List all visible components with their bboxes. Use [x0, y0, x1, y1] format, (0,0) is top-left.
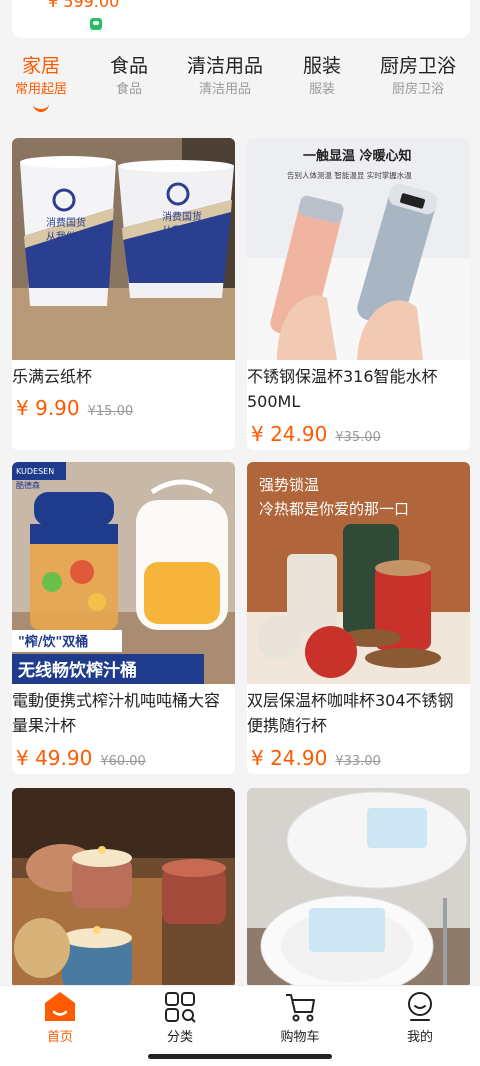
ad-subline: 冷热都是你爱的那一口 [259, 500, 409, 518]
product-price: ¥ 24.90 [251, 746, 328, 770]
home-indicator [148, 1054, 332, 1059]
cup-slogan-2: 从我做起 [46, 230, 86, 243]
tab-food[interactable]: 食品 食品 [81, 54, 177, 98]
tab-subtitle: 食品 [115, 82, 142, 97]
cup-slogan-3: 消费国货 [162, 210, 202, 223]
ad-subline: 告别人体测温 智能温显 实时掌握水温 [287, 170, 412, 180]
nav-category[interactable]: 分类 [120, 990, 240, 1045]
product-card[interactable]: 强势锁温 冷热都是你爱的那一口 双层保温杯咖啡杯304不锈钢便携随行杯 ¥ 24… [247, 462, 470, 774]
tab-home-living[interactable]: 家居 常用起居 [0, 54, 89, 98]
product-image [12, 788, 235, 988]
nav-label: 我的 [406, 1030, 433, 1045]
price-row: ¥ 9.90 ¥15.00 [16, 396, 133, 420]
home-icon [43, 990, 77, 1024]
tab-subtitle: 服装 [308, 82, 335, 97]
product-card[interactable]: 消费国货 从我做起 消费国货 从我做起 乐满云纸杯 ¥ 9.90 ¥15.00 [12, 138, 235, 450]
product-title: 双层保温杯咖啡杯304不锈钢便携随行杯 [247, 691, 454, 735]
product-image: 消费国货 从我做起 消费国货 从我做起 [12, 138, 235, 360]
previous-product-card[interactable]: ¥ 599.00 [12, 0, 470, 38]
wechat-icon [90, 18, 102, 30]
tab-title: 清洁用品 [186, 55, 263, 77]
original-price: ¥35.00 [335, 430, 381, 445]
product-card[interactable]: 一触显温 冷暖心知 告别人体测温 智能温显 实时掌握水温 不锈钢保温杯316智能… [247, 138, 470, 450]
nav-label: 购物车 [280, 1030, 320, 1045]
tab-subtitle: 清洁用品 [198, 82, 251, 97]
tab-kitchen-bath[interactable]: 厨房卫浴 厨房卫浴 [370, 54, 466, 98]
product-card[interactable] [12, 788, 235, 988]
price-row: ¥ 24.90 ¥35.00 [251, 422, 381, 446]
price-row: ¥ 49.90 ¥60.00 [16, 746, 146, 770]
product-card[interactable] [247, 788, 470, 988]
cart-icon [283, 990, 317, 1024]
tab-title: 厨房卫浴 [379, 55, 456, 77]
tab-clothing[interactable]: 服装 服装 [274, 54, 370, 98]
ad-badge: "榨/饮"双桶 [18, 634, 88, 650]
product-title: 不锈钢保温杯316智能水杯500ML [247, 367, 438, 411]
product-title: 電動便携式榨汁机吨吨桶大容量果汁杯 [12, 691, 221, 735]
product-image: KUDESEN 酷德森 "榨/饮"双桶 无线畅饮榨汁桶 [12, 462, 235, 684]
tab-title: 家居 [21, 55, 60, 77]
category-tabs: 家居 常用起居 食品 食品 清洁用品 清洁用品 服装 服装 厨房卫浴 厨房卫浴 [0, 48, 480, 120]
product-price: ¥ 9.90 [16, 396, 80, 420]
tab-cleaning[interactable]: 清洁用品 清洁用品 [177, 54, 273, 98]
tab-title: 服装 [302, 55, 341, 77]
ad-headline: 强势锁温 [259, 476, 319, 494]
original-price: ¥15.00 [87, 404, 134, 419]
product-image [247, 788, 470, 988]
brand-name-en: KUDESEN [16, 467, 54, 476]
product-price: ¥ 49.90 [16, 746, 93, 770]
product-card[interactable]: KUDESEN 酷德森 "榨/饮"双桶 无线畅饮榨汁桶 電動便携式榨汁机吨吨桶大… [12, 462, 235, 774]
tab-title: 食品 [109, 55, 148, 77]
product-image: 一触显温 冷暖心知 告别人体测温 智能温显 实时掌握水温 [247, 138, 470, 360]
product-title: 乐满云纸杯 [12, 367, 93, 386]
category-icon [163, 990, 197, 1024]
tab-subtitle: 厨房卫浴 [391, 82, 444, 97]
nav-profile[interactable]: 我的 [360, 990, 480, 1045]
product-price: ¥ 24.90 [251, 422, 328, 446]
ad-banner: 无线畅饮榨汁桶 [17, 660, 137, 681]
nav-label: 分类 [166, 1030, 193, 1045]
tab-subtitle: 常用起居 [14, 82, 67, 97]
brand-name-cn: 酷德森 [16, 480, 40, 490]
nav-label: 首页 [46, 1030, 73, 1045]
original-price: ¥60.00 [100, 754, 146, 769]
price-row: ¥ 24.90 ¥33.00 [251, 746, 381, 770]
ad-headline: 一触显温 冷暖心知 [303, 148, 412, 164]
cup-slogan-1: 消费国货 [46, 216, 86, 229]
original-price: ¥33.00 [335, 754, 381, 769]
previous-product-price: ¥ 599.00 [48, 0, 120, 11]
nav-home[interactable]: 首页 [0, 990, 120, 1045]
nav-cart[interactable]: 购物车 [240, 990, 360, 1045]
product-image: 强势锁温 冷热都是你爱的那一口 [247, 462, 470, 684]
cup-slogan-4: 从我做起 [162, 224, 202, 237]
profile-icon [403, 990, 437, 1024]
